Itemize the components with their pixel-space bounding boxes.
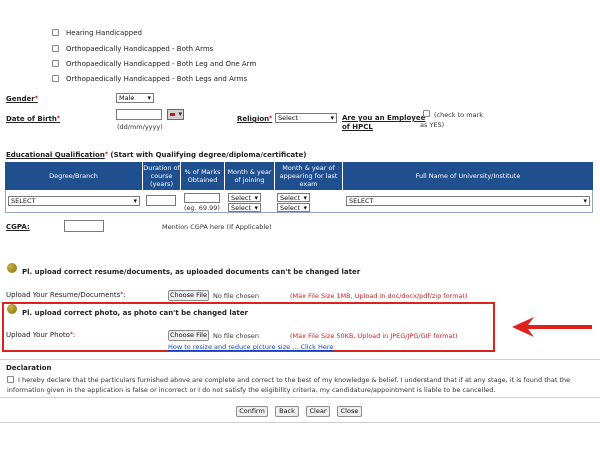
resume-size-note: (Max File Size 1MB, Upload in doc/docx/p… bbox=[290, 292, 468, 300]
col-last-exam: Month & year of appearing for last exam bbox=[275, 162, 343, 190]
dob-format-hint: (dd/mm/yyyy) bbox=[117, 123, 163, 131]
divider bbox=[0, 359, 600, 360]
cgpa-label: CGPA: bbox=[6, 223, 30, 231]
photo-section-title: Pl. upload correct photo, as photo can't… bbox=[22, 309, 249, 317]
marks-hint: (eg. 69.99) bbox=[184, 204, 220, 212]
photo-choose-file-button[interactable]: Choose File bbox=[168, 330, 209, 341]
bullet-icon bbox=[7, 263, 17, 273]
ortho-leg-arm-label: Orthopaedically Handicapped - Both Leg a… bbox=[66, 60, 257, 68]
col-joining: Month & year of joining bbox=[225, 162, 275, 190]
declaration-title: Declaration bbox=[6, 364, 52, 372]
duration-input[interactable] bbox=[146, 195, 176, 206]
resume-file-status: No file chosen bbox=[213, 292, 260, 300]
col-degree-branch: Degree/Branch bbox=[5, 162, 143, 190]
photo-upload-label: Upload Your Photo*: bbox=[6, 331, 76, 339]
hearing-handicapped-label: Hearing Handicapped bbox=[66, 29, 142, 37]
join-year-select[interactable]: Select bbox=[228, 203, 261, 212]
col-university: Full Name of University/Institute bbox=[343, 162, 593, 190]
col-duration: Duration of course (years) bbox=[143, 162, 181, 190]
religion-select[interactable]: Select bbox=[275, 113, 337, 123]
dob-label: Date of Birth* bbox=[6, 115, 61, 123]
back-button[interactable]: Back bbox=[275, 406, 299, 417]
ortho-legs-arms-checkbox[interactable] bbox=[52, 75, 59, 82]
last-exam-month-select[interactable]: Select bbox=[277, 193, 310, 202]
declaration-text-line1: I hereby declare that the particulars fu… bbox=[18, 376, 571, 384]
resume-choose-file-button[interactable]: Choose File bbox=[168, 290, 209, 301]
hpcl-employee-checkbox[interactable] bbox=[423, 110, 430, 117]
resume-upload-label: Upload Your Resume/Documents*: bbox=[6, 291, 126, 299]
ortho-both-arms-checkbox[interactable] bbox=[52, 45, 59, 52]
photo-file-status: No file chosen bbox=[213, 332, 260, 340]
university-select[interactable]: SELECT bbox=[346, 196, 590, 206]
employee-label-line1: Are you an Employee bbox=[342, 114, 426, 122]
arrow-left-icon bbox=[512, 317, 592, 337]
declaration-text-line2: information given in the application is … bbox=[7, 386, 496, 394]
resume-section-title: Pl. upload correct resume/documents, as … bbox=[22, 268, 361, 276]
gender-label: Gender* bbox=[6, 95, 38, 103]
education-title: Educational Qualification* (Start with Q… bbox=[6, 151, 307, 159]
marks-input[interactable] bbox=[184, 193, 220, 203]
gender-select[interactable]: Male bbox=[116, 93, 154, 103]
employee-label-line2: of HPCL bbox=[342, 123, 373, 131]
degree-select[interactable]: SELECT bbox=[8, 196, 140, 206]
calendar-icon[interactable]: ▾ bbox=[167, 109, 184, 120]
resize-help-link[interactable]: How to resize and reduce picture size ..… bbox=[168, 343, 333, 351]
ortho-leg-arm-checkbox[interactable] bbox=[52, 60, 59, 67]
employee-hint-line1: (check to mark bbox=[434, 111, 483, 119]
ortho-legs-arms-label: Orthopaedically Handicapped - Both Legs … bbox=[66, 75, 248, 83]
divider bbox=[0, 422, 600, 423]
hearing-handicapped-checkbox[interactable] bbox=[52, 29, 59, 36]
dob-input[interactable] bbox=[116, 109, 162, 120]
declaration-checkbox[interactable] bbox=[7, 376, 14, 383]
divider bbox=[0, 397, 600, 398]
bullet-icon bbox=[7, 304, 17, 314]
cgpa-input[interactable] bbox=[64, 220, 104, 232]
photo-size-note: (Max File Size 50KB, Upload in JPEG/JPG/… bbox=[290, 332, 458, 340]
join-month-select[interactable]: Select bbox=[228, 193, 261, 202]
religion-label: Religion* bbox=[237, 115, 273, 123]
confirm-button[interactable]: Confirm bbox=[236, 406, 268, 417]
ortho-both-arms-label: Orthopaedically Handicapped - Both Arms bbox=[66, 45, 214, 53]
cgpa-hint: Mention CGPA here (If Applicable) bbox=[162, 223, 272, 231]
employee-hint-line2: as YES) bbox=[420, 121, 445, 129]
close-button[interactable]: Close bbox=[337, 406, 362, 417]
last-exam-year-select[interactable]: Select bbox=[277, 203, 310, 212]
clear-button[interactable]: Clear bbox=[306, 406, 330, 417]
col-marks: % of Marks Obtained bbox=[181, 162, 225, 190]
